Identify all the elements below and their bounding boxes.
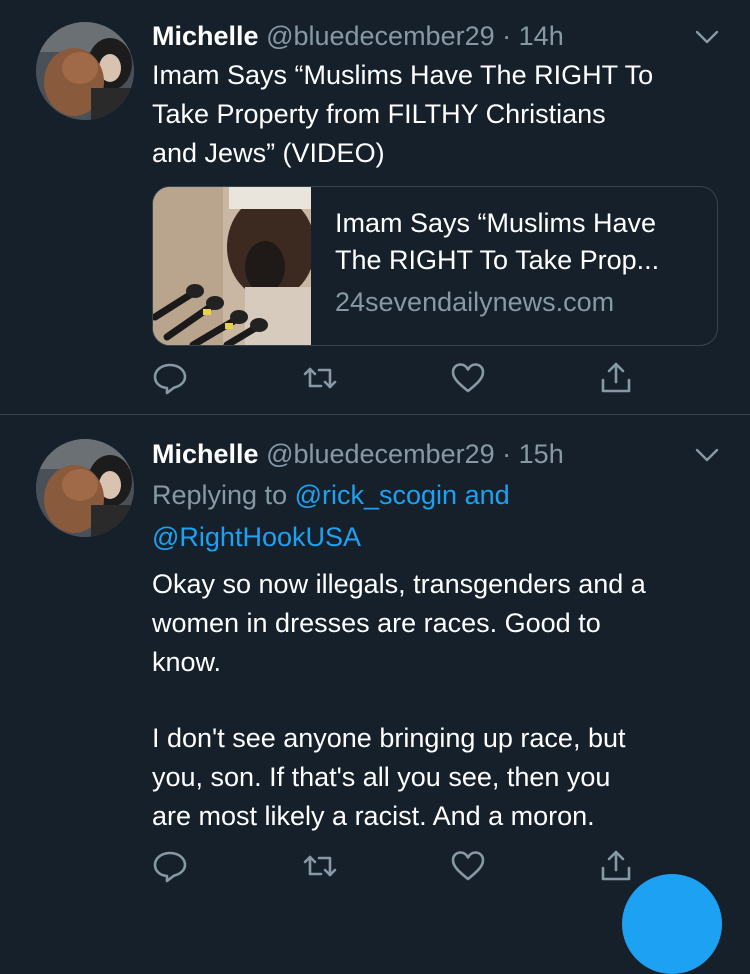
display-name[interactable]: Michelle (152, 21, 259, 51)
share-icon[interactable] (598, 360, 634, 396)
tweet-text: Okay so now illegals, transgenders and a… (152, 565, 722, 836)
tweet-1[interactable]: Michelle @bluedecember29 · 14h Imam Says… (0, 0, 750, 414)
mention-link[interactable]: @RightHookUSA (152, 522, 361, 552)
avatar-image (36, 439, 134, 537)
text-line: you, son. If that's all you see, then yo… (152, 762, 611, 792)
handle[interactable]: @bluedecember29 (266, 21, 495, 51)
tweet-actions (152, 360, 632, 400)
retweet-icon[interactable] (302, 848, 338, 884)
tweet-2[interactable]: Michelle @bluedecember29 · 15h Replying … (0, 415, 750, 898)
avatar[interactable] (36, 439, 134, 537)
card-title-line: The RIGHT To Take Prop... (335, 245, 660, 275)
card-thumbnail (153, 187, 315, 345)
text-line: I don't see anyone bringing up race, but (152, 723, 626, 753)
replying-to: Replying to @rick_scogin and @RightHookU… (152, 474, 722, 558)
chevron-down-icon[interactable] (694, 446, 720, 464)
text-line: women in dresses are races. Good to (152, 608, 601, 638)
share-icon[interactable] (598, 848, 634, 884)
text-line: Okay so now illegals, transgenders and a (152, 569, 646, 599)
handle[interactable]: @bluedecember29 (266, 439, 495, 469)
timestamp[interactable]: 14h (519, 21, 564, 51)
tweet-actions (152, 848, 632, 888)
text-line: and Jews” (VIDEO) (152, 138, 385, 168)
compose-button[interactable] (622, 874, 722, 974)
avatar-image (36, 22, 134, 120)
timestamp[interactable]: 15h (519, 439, 564, 469)
like-icon[interactable] (450, 360, 486, 396)
text-line: Take Property from FILTHY Christians (152, 99, 606, 129)
replying-and[interactable]: and (465, 480, 510, 510)
avatar[interactable] (36, 22, 134, 120)
retweet-icon[interactable] (302, 360, 338, 396)
mention-link[interactable]: @rick_scogin (295, 480, 457, 510)
card-title: Imam Says “Muslims Have The RIGHT To Tak… (335, 205, 705, 279)
tweet-text: Imam Says “Muslims Have The RIGHT To Tak… (152, 56, 722, 173)
reply-icon[interactable] (152, 360, 188, 396)
separator: · (502, 439, 512, 469)
separator: · (502, 21, 512, 51)
chevron-down-icon[interactable] (694, 28, 720, 46)
text-line: Imam Says “Muslims Have The RIGHT To (152, 60, 654, 90)
like-icon[interactable] (450, 848, 486, 884)
tweet-header: Michelle @bluedecember29 · 15h (152, 437, 564, 471)
link-card[interactable]: Imam Says “Muslims Have The RIGHT To Tak… (152, 186, 718, 346)
card-domain: 24sevendailynews.com (335, 287, 615, 317)
reply-icon[interactable] (152, 848, 188, 884)
tweet-header: Michelle @bluedecember29 · 14h (152, 19, 564, 53)
text-line: know. (152, 647, 222, 677)
text-line: are most likely a racist. And a moron. (152, 801, 595, 831)
replying-prefix: Replying to (152, 480, 288, 510)
display-name[interactable]: Michelle (152, 439, 259, 469)
card-title-line: Imam Says “Muslims Have (335, 208, 657, 238)
